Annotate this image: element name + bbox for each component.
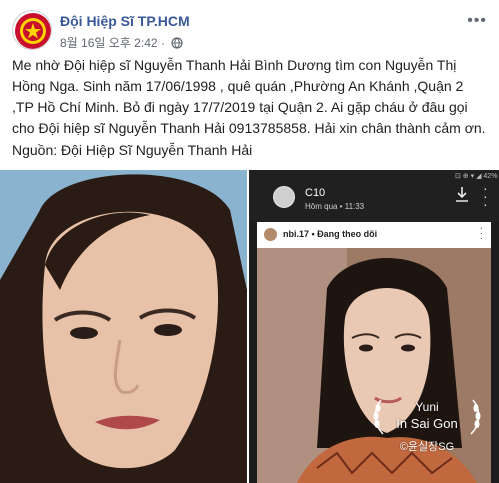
photo-screenshot-right[interactable]: ⊡ ⊕ ▾ ◢ 42% ▮ C10 Hôm qua • 11:33 · · · nb… — [249, 170, 499, 483]
page-logo-icon — [15, 13, 51, 49]
download-icon — [456, 187, 468, 202]
page-avatar[interactable] — [12, 10, 52, 50]
screenshot-username: C10 — [305, 187, 326, 199]
post-text: Me nhờ Đội hiệp sĩ Nguyễn Thanh Hải Bình… — [12, 57, 486, 136]
instagram-avatar — [264, 228, 277, 241]
portrait-image — [0, 170, 247, 483]
instagram-more-icon: · · · — [479, 223, 483, 244]
watermark-subtitle: In Sai Gon — [396, 416, 458, 431]
ellipsis-icon: ••• — [467, 12, 487, 29]
watermark-title: Yuni — [415, 400, 439, 414]
instagram-header: nbi.17 • Đang theo dõi · · · — [257, 222, 491, 248]
post-timestamp[interactable]: 8월 16일 오후 2:42 — [60, 36, 158, 50]
status-bar: ⊡ ⊕ ▾ ◢ 42% ▮ — [455, 173, 499, 180]
post-header: Đội Hiệp Sĩ TP.HCM 8월 16일 오후 2:42 · — [12, 10, 487, 52]
page-name-link[interactable]: Đội Hiệp Sĩ TP.HCM — [60, 13, 190, 29]
screenshot-time: Hôm qua • 11:33 — [305, 202, 365, 211]
screenshot-topbar: ⊡ ⊕ ▾ ◢ 42% ▮ C10 Hôm qua • 11:33 · · · — [249, 170, 499, 222]
post-options-button[interactable]: ••• — [467, 12, 487, 30]
screenshot-avatar — [273, 186, 295, 208]
watermark: Yuni In Sai Gon ©윤실장SG — [367, 398, 487, 456]
globe-icon[interactable] — [171, 37, 183, 49]
screenshot-more-icon: · · · — [483, 180, 488, 212]
photo-portrait-left[interactable] — [0, 170, 247, 483]
instagram-username: nbi.17 • Đang theo dõi — [283, 229, 378, 239]
watermark-credit: ©윤실장SG — [399, 441, 455, 453]
post-meta: 8월 16일 오후 2:42 · — [60, 34, 183, 51]
post-source: Nguồn: Đội Hiệp Sĩ Nguyễn Thanh Hải — [12, 142, 253, 158]
